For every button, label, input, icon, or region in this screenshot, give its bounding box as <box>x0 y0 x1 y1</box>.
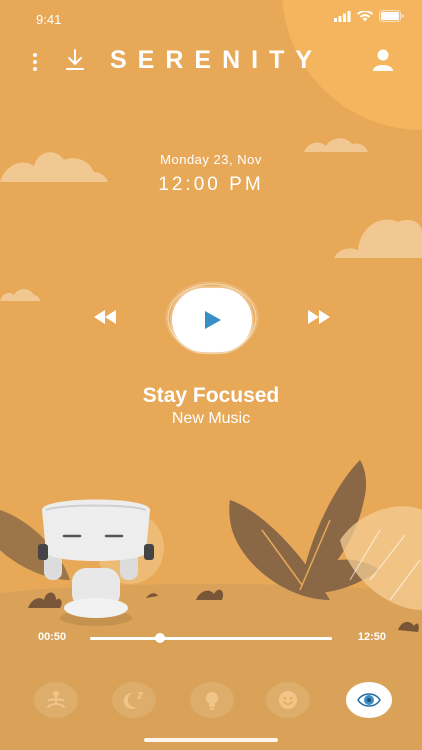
moon-icon <box>123 692 144 709</box>
fast-forward-icon[interactable] <box>306 308 332 326</box>
profile-icon[interactable] <box>372 48 394 72</box>
meditation-icon <box>47 691 65 708</box>
more-menu-icon[interactable] <box>28 50 42 72</box>
robot-illustration <box>0 460 422 632</box>
playback-controls <box>0 280 422 360</box>
elapsed-time: 00:50 <box>38 631 67 643</box>
smiley-icon <box>279 691 297 709</box>
status-bar: 9:41 <box>0 10 422 32</box>
rewind-icon[interactable] <box>92 308 118 326</box>
lightbulb-icon <box>206 692 218 710</box>
cloud-decoration <box>304 138 368 152</box>
tab-ideas[interactable] <box>190 682 234 718</box>
signal-icon <box>334 10 351 22</box>
wifi-icon <box>357 10 373 21</box>
progress-thumb[interactable] <box>155 633 166 643</box>
clock-time: 12:00 PM <box>158 174 264 195</box>
app-title: SERENITY <box>110 46 324 74</box>
date-label: Monday 23, Nov <box>160 152 262 167</box>
tab-sleep[interactable] <box>112 682 156 718</box>
tab-focus[interactable] <box>346 682 392 718</box>
play-button-wrapper <box>164 280 260 356</box>
track-title: Stay Focused <box>142 384 280 407</box>
header: SERENITY <box>0 44 422 78</box>
cloud-decoration <box>334 219 422 258</box>
home-indicator[interactable] <box>144 738 278 742</box>
music-player-screen: 9:41 SERENITY Monday 23, Nov 12:00 PM St… <box>0 0 422 750</box>
track-subtitle: New Music <box>171 410 251 427</box>
progress-track[interactable] <box>90 633 332 643</box>
download-icon[interactable] <box>64 48 86 72</box>
tab-meditation[interactable] <box>34 682 78 718</box>
tab-bar <box>0 682 422 718</box>
battery-icon <box>379 10 404 22</box>
play-icon <box>205 311 221 329</box>
status-time: 9:41 <box>36 12 62 27</box>
tab-mood[interactable] <box>266 682 310 718</box>
play-button[interactable] <box>172 288 252 352</box>
eye-icon <box>357 693 381 707</box>
total-time: 12:50 <box>357 631 386 643</box>
playback-progress: 00:50 12:50 <box>0 628 422 648</box>
status-icons <box>334 10 404 22</box>
